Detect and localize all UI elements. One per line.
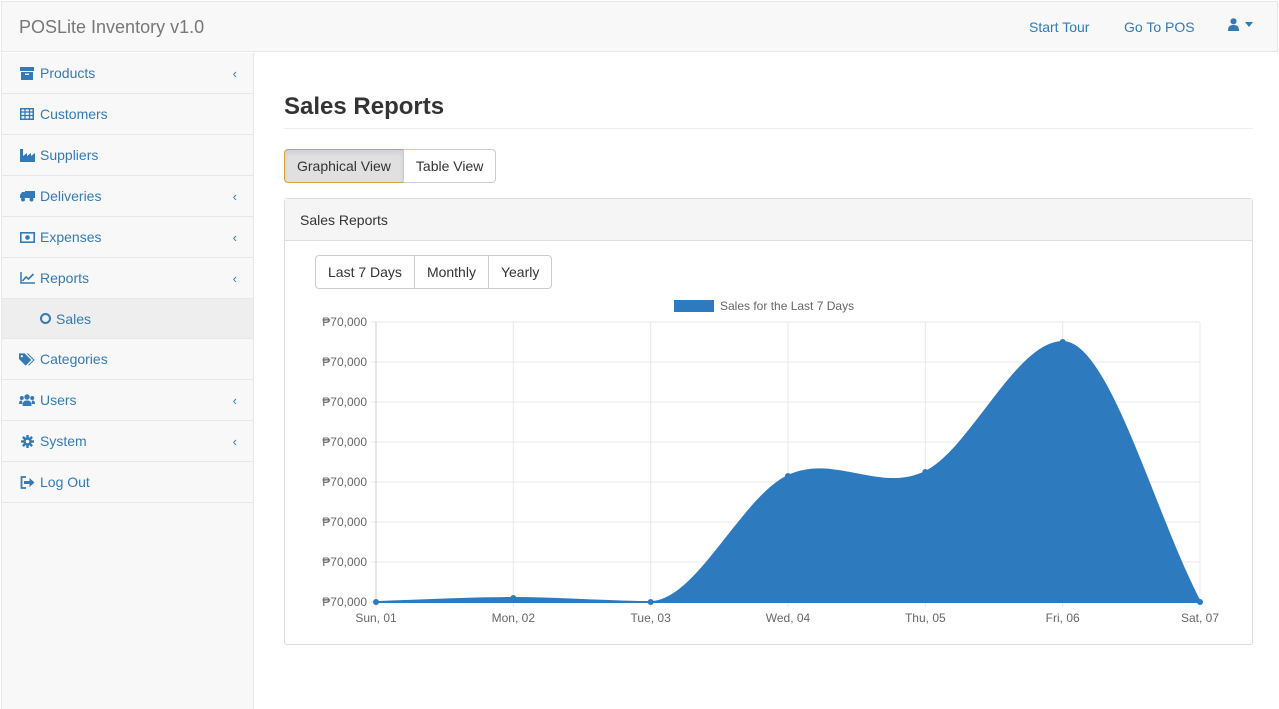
top-navbar: POSLite Inventory v1.0 Start Tour Go To …: [1, 1, 1278, 52]
x-tick-label: Tue, 03: [631, 611, 672, 625]
sidebar-item-label: Deliveries: [40, 188, 102, 204]
x-tick-label: Fri, 06: [1046, 611, 1080, 625]
sidebar-item-label: Products: [40, 65, 96, 81]
chevron-left-icon: ‹: [232, 434, 237, 449]
sidebar-item-label: Suppliers: [40, 147, 99, 163]
y-tick-label: ₱70,000: [322, 595, 367, 609]
app-brand[interactable]: POSLite Inventory v1.0: [19, 17, 204, 38]
chevron-left-icon: ‹: [232, 230, 237, 245]
data-point: [647, 599, 654, 605]
y-tick-label: ₱70,000: [322, 435, 367, 449]
sidebar-item-products[interactable]: Products ‹: [2, 53, 253, 94]
y-tick-label: ₱70,000: [322, 515, 367, 529]
table-view-button[interactable]: Table View: [402, 149, 497, 183]
industry-icon: [19, 147, 35, 163]
start-tour-link[interactable]: Start Tour: [1029, 19, 1089, 35]
sign-out-icon: [19, 474, 35, 490]
y-tick-label: ₱70,000: [322, 395, 367, 409]
archive-icon: [19, 65, 35, 81]
chevron-left-icon: ‹: [232, 66, 237, 81]
sidebar-item-deliveries[interactable]: Deliveries ‹: [2, 176, 253, 217]
graphical-view-button[interactable]: Graphical View: [284, 149, 404, 183]
page-title: Sales Reports: [284, 93, 445, 120]
sidebar-item-reports[interactable]: Reports ‹: [2, 258, 253, 299]
x-tick-label: Wed, 04: [766, 611, 811, 625]
sidebar-item-label: Customers: [40, 106, 108, 122]
sidebar-item-label: Users: [40, 392, 77, 408]
sidebar-item-categories[interactable]: Categories: [2, 339, 253, 380]
y-tick-label: ₱70,000: [322, 355, 367, 369]
sidebar-item-suppliers[interactable]: Suppliers: [2, 135, 253, 176]
line-chart-icon: [19, 270, 35, 286]
y-tick-label: ₱70,000: [322, 555, 367, 569]
user-menu-toggle[interactable]: [1228, 18, 1253, 31]
sidebar-subitem-label: Sales: [56, 310, 92, 327]
x-tick-label: Thu, 05: [905, 611, 946, 625]
table-icon: [19, 106, 35, 122]
legend-swatch: [674, 300, 714, 312]
data-point: [373, 599, 379, 605]
gear-icon: [19, 433, 35, 449]
users-icon: [19, 392, 35, 408]
chevron-down-icon: [1245, 22, 1253, 27]
sidebar-item-label: Log Out: [40, 474, 90, 490]
sales-area-chart: ₱70,000 ₱70,000 ₱70,000 ₱70,000 ₱70,000 ₱70,0…: [322, 299, 1219, 625]
view-toggle-group: Graphical View Table View: [284, 149, 497, 183]
data-point: [510, 595, 517, 601]
go-to-pos-link[interactable]: Go To POS: [1124, 19, 1195, 35]
sidebar-item-label: System: [40, 433, 87, 449]
chevron-left-icon: ‹: [232, 271, 237, 286]
data-point: [1059, 339, 1066, 345]
circle-icon: [40, 313, 51, 324]
data-point: [785, 473, 791, 479]
y-tick-label: ₱70,000: [322, 315, 367, 329]
sidebar-item-label: Reports: [40, 270, 90, 286]
divider: [284, 128, 1253, 129]
sidebar: Products ‹ Customers Suppliers Deliverie…: [1, 53, 254, 709]
data-point: [922, 469, 929, 475]
x-tick-label: Sat, 07: [1181, 611, 1219, 625]
legend-label: Sales for the Last 7 Days: [720, 299, 854, 313]
chevron-left-icon: ‹: [232, 393, 237, 408]
sidebar-item-label: Expenses: [40, 229, 102, 245]
truck-icon: [19, 188, 35, 204]
data-point: [1197, 599, 1203, 605]
user-icon: [1228, 18, 1239, 31]
sidebar-item-logout[interactable]: Log Out: [2, 462, 253, 503]
x-tick-label: Sun, 01: [355, 611, 397, 625]
tags-icon: [19, 351, 35, 367]
money-icon: [19, 229, 35, 245]
sidebar-item-label: Categories: [40, 351, 108, 367]
x-tick-label: Mon, 02: [492, 611, 536, 625]
sidebar-subitem-sales[interactable]: Sales: [2, 299, 253, 339]
sidebar-item-system[interactable]: System ‹: [2, 421, 253, 462]
sidebar-item-customers[interactable]: Customers: [2, 94, 253, 135]
sales-report-panel: Sales Reports Last 7 Days Monthly Yearly…: [284, 198, 1253, 645]
sidebar-item-users[interactable]: Users ‹: [2, 380, 253, 421]
sidebar-item-expenses[interactable]: Expenses ‹: [2, 217, 253, 258]
y-tick-label: ₱70,000: [322, 475, 367, 489]
chevron-left-icon: ‹: [232, 189, 237, 204]
